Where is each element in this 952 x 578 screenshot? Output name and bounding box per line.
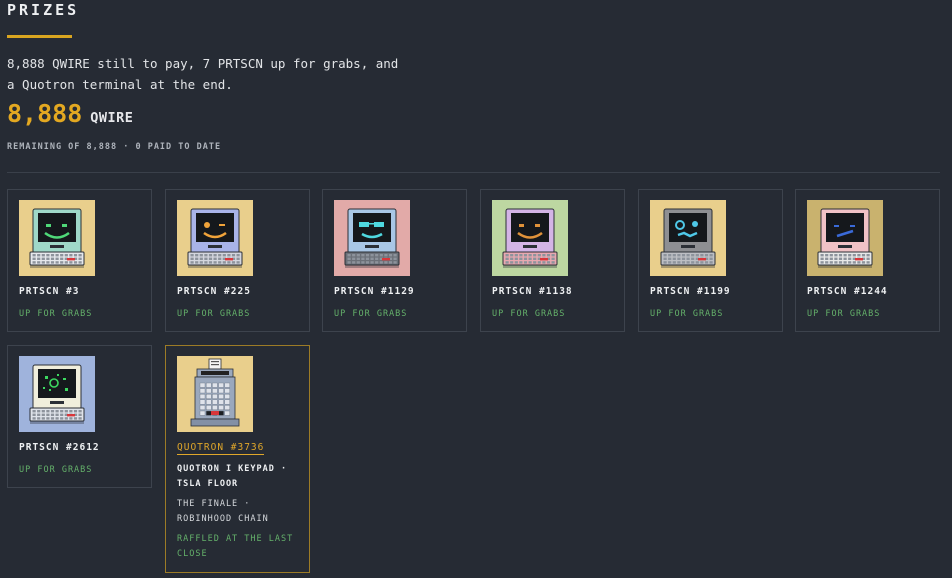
amount-unit: QWIRE <box>90 110 134 126</box>
prize-name: PRTSCN #1199 <box>650 286 731 297</box>
prize-status: UP FOR GRABS <box>19 465 93 475</box>
prtscn-computer-image <box>19 356 95 432</box>
prize-status: UP FOR GRABS <box>650 309 724 319</box>
prtscn-computer-image <box>19 200 95 276</box>
prize-name: PRTSCN #1138 <box>492 286 573 297</box>
finale-status: RAFFLED AT THE LAST CLOSE <box>177 534 294 559</box>
prize-card-finale[interactable]: QUOTRON #3736 QUOTRON I KEYPAD · TSLA FL… <box>165 345 310 573</box>
prize-card[interactable]: PRTSCN #1138 UP FOR GRABS <box>480 189 625 332</box>
prize-name: PRTSCN #2612 <box>19 442 100 453</box>
title-underline <box>7 35 72 38</box>
prize-card[interactable]: PRTSCN #1129 UP FOR GRABS <box>322 189 467 332</box>
prize-card[interactable]: PRTSCN #1244 UP FOR GRABS <box>795 189 940 332</box>
prize-card[interactable]: PRTSCN #3 UP FOR GRABS <box>7 189 152 332</box>
prize-name: PRTSCN #3 <box>19 286 80 297</box>
remaining-amount: 8,888 QWIRE <box>7 99 133 128</box>
quotron-terminal-image <box>177 356 253 432</box>
finale-chain: THE FINALE · ROBINHOOD CHAIN <box>177 499 269 524</box>
amount-value: 8,888 <box>7 99 83 128</box>
finale-description: QUOTRON I KEYPAD · TSLA FLOOR <box>177 464 288 489</box>
prize-card[interactable]: PRTSCN #1199 UP FOR GRABS <box>638 189 783 332</box>
prize-name: PRTSCN #1244 <box>807 286 888 297</box>
paid-summary: REMAINING OF 8,888 · 0 PAID TO DATE <box>7 142 222 152</box>
page-title: PRIZES <box>7 1 80 19</box>
finale-name-link[interactable]: QUOTRON #3736 <box>177 442 265 455</box>
prize-name: PRTSCN #1129 <box>334 286 415 297</box>
prtscn-computer-image <box>177 200 253 276</box>
prtscn-computer-image <box>650 200 726 276</box>
prize-status: UP FOR GRABS <box>19 309 93 319</box>
prtscn-computer-image <box>807 200 883 276</box>
prtscn-computer-image <box>334 200 410 276</box>
prize-status: UP FOR GRABS <box>807 309 881 319</box>
prtscn-computer-image <box>492 200 568 276</box>
prize-status: UP FOR GRABS <box>177 309 251 319</box>
prize-card[interactable]: PRTSCN #2612 UP FOR GRABS <box>7 345 152 488</box>
divider <box>7 172 940 173</box>
prize-status: UP FOR GRABS <box>334 309 408 319</box>
prizes-page: PRIZES 8,888 QWIRE still to pay, 7 PRTSC… <box>0 0 952 578</box>
prize-status: UP FOR GRABS <box>492 309 566 319</box>
prize-card[interactable]: PRTSCN #225 UP FOR GRABS <box>165 189 310 332</box>
intro-text: 8,888 QWIRE still to pay, 7 PRTSCN up fo… <box>7 56 399 92</box>
prize-name: PRTSCN #225 <box>177 286 251 297</box>
